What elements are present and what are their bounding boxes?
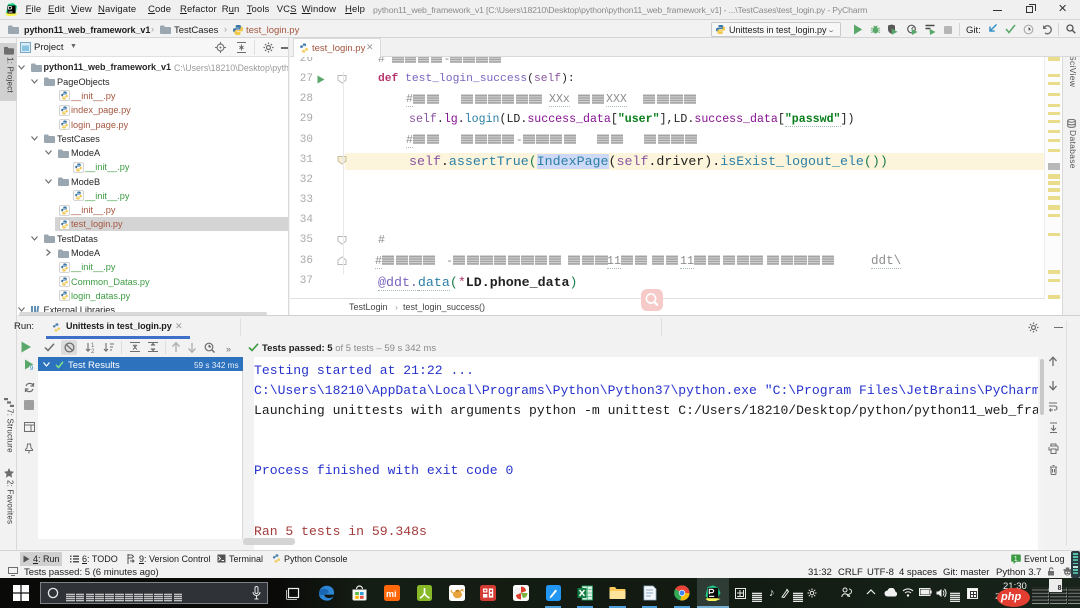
svg-text:2: 2 [91, 349, 95, 353]
svg-text:9: 9 [30, 365, 34, 370]
svg-text:1: 1 [1014, 556, 1018, 563]
